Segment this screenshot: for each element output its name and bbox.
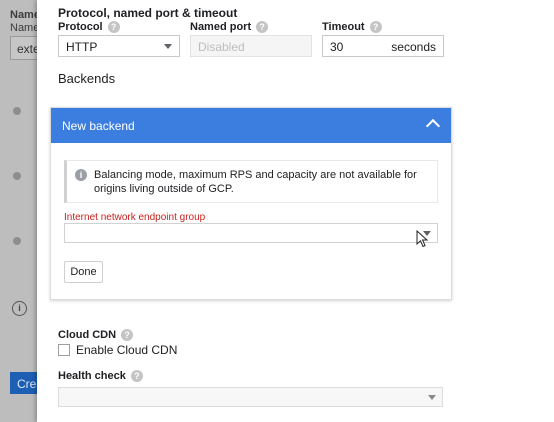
timeout-unit: seconds xyxy=(391,40,436,54)
timeout-value: 30 xyxy=(330,40,344,54)
info-icon: i xyxy=(75,169,87,181)
cloud-cdn-label-text: Cloud CDN xyxy=(58,329,117,341)
timeout-input[interactable]: 30 seconds xyxy=(322,35,444,57)
bg-name-label: Name xyxy=(10,9,40,21)
done-button[interactable]: Done xyxy=(64,261,103,283)
protocol-value: HTTP xyxy=(66,40,98,54)
mouse-cursor-icon xyxy=(416,230,429,248)
backend-config-panel: Protocol, named port & timeout Protocol … xyxy=(37,0,554,422)
help-icon[interactable]: ? xyxy=(121,329,134,341)
new-backend-header[interactable]: New backend xyxy=(51,108,451,143)
chevron-down-icon xyxy=(428,395,436,400)
bg-step-dot xyxy=(13,172,21,180)
gcp-notice: i Balancing mode, maximum RPS and capaci… xyxy=(64,160,438,203)
help-icon[interactable]: ? xyxy=(256,21,269,33)
enable-cloud-cdn-checkbox[interactable] xyxy=(58,344,70,356)
ineg-select[interactable] xyxy=(64,223,438,248)
backends-heading: Backends xyxy=(58,71,116,86)
bg-step-dot xyxy=(13,107,21,115)
named-port-label: Named port ? xyxy=(190,21,269,33)
enable-cloud-cdn-row[interactable]: Enable Cloud CDN xyxy=(58,343,177,357)
protocol-label: Protocol ? xyxy=(58,21,120,33)
chevron-down-icon xyxy=(164,44,172,49)
ineg-label: Internet network endpoint group xyxy=(64,212,206,223)
new-backend-card: New backend i Balancing mode, maximum RP… xyxy=(50,107,452,300)
timeout-label-text: Timeout xyxy=(322,21,365,33)
help-icon[interactable]: ? xyxy=(130,370,143,382)
section-title: Protocol, named port & timeout xyxy=(58,6,238,20)
chevron-up-icon[interactable] xyxy=(425,118,441,134)
help-icon[interactable]: ? xyxy=(369,21,382,33)
protocol-label-text: Protocol xyxy=(58,21,103,33)
health-check-label: Health check ? xyxy=(58,370,143,382)
health-check-select[interactable] xyxy=(58,387,443,407)
cloud-cdn-label: Cloud CDN ? xyxy=(58,329,134,341)
new-backend-title: New backend xyxy=(62,119,135,133)
bg-name-sub-label: Name xyxy=(10,22,40,34)
info-icon: i xyxy=(12,301,27,316)
help-icon[interactable]: ? xyxy=(107,21,120,33)
bg-step-dot xyxy=(13,237,21,245)
health-check-label-text: Health check xyxy=(58,370,126,382)
timeout-label: Timeout ? xyxy=(322,21,382,33)
protocol-select[interactable]: HTTP xyxy=(58,35,180,57)
named-port-input: Disabled xyxy=(190,35,312,57)
notice-text: Balancing mode, maximum RPS and capacity… xyxy=(94,169,417,195)
enable-cloud-cdn-label[interactable]: Enable Cloud CDN xyxy=(76,343,177,357)
named-port-label-text: Named port xyxy=(190,21,252,33)
